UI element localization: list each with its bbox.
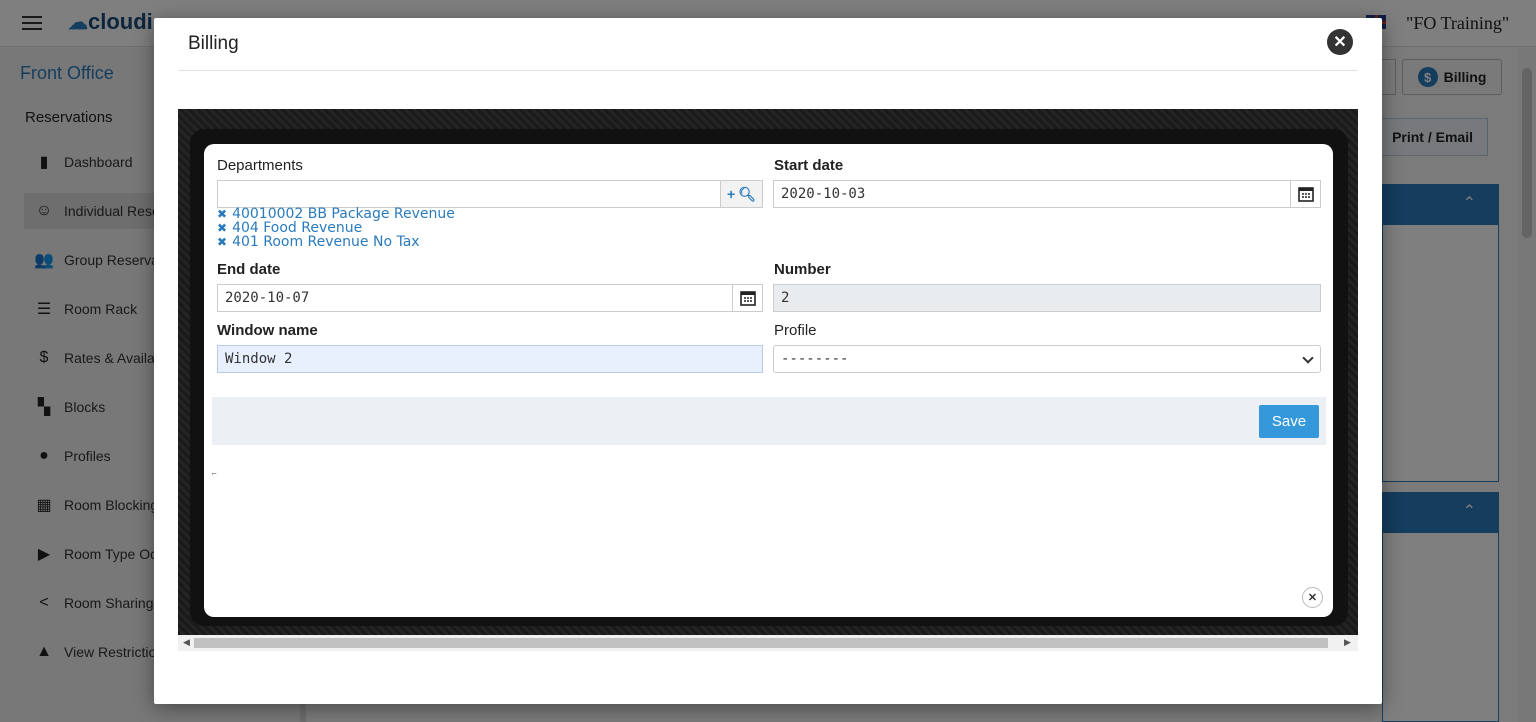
save-button[interactable]: Save	[1259, 405, 1319, 438]
add-search-button[interactable]: + 🔍︎	[720, 181, 762, 207]
search-icon: 🔍︎	[738, 185, 756, 202]
scroll-thumb[interactable]	[194, 638, 1328, 648]
form-footer	[212, 397, 1326, 445]
close-icon[interactable]: ✕	[1302, 587, 1323, 608]
horizontal-scrollbar[interactable]: ◀ ▶	[178, 635, 1358, 651]
calendar-icon[interactable]	[732, 285, 762, 311]
scroll-left-icon[interactable]: ◀	[183, 637, 190, 648]
billing-modal: Billing ✕ ◀ ▶ Departments + 🔍︎ ✖ 40010002 …	[154, 18, 1382, 704]
decorative-mark: ⌐	[212, 469, 217, 478]
remove-icon[interactable]: ✖	[217, 221, 227, 235]
departments-input[interactable]: + 🔍︎	[217, 180, 763, 208]
end-date-input[interactable]: 2020-10-07	[217, 284, 763, 312]
department-tag[interactable]: ✖ 401 Room Revenue No Tax	[217, 234, 420, 250]
number-field: 2	[773, 284, 1321, 312]
number-label: Number	[774, 261, 831, 278]
start-date-input[interactable]: 2020-10-03	[773, 180, 1321, 208]
remove-icon[interactable]: ✖	[217, 207, 227, 221]
modal-title: Billing	[188, 33, 239, 54]
billing-window-form: Departments + 🔍︎ ✖ 40010002 BB Package Rev…	[204, 144, 1333, 617]
scroll-right-icon[interactable]: ▶	[1344, 637, 1351, 648]
remove-icon[interactable]: ✖	[217, 235, 227, 249]
departments-label: Departments	[217, 157, 303, 174]
profile-select[interactable]: --------	[773, 345, 1321, 373]
close-icon[interactable]: ✕	[1327, 29, 1353, 55]
calendar-icon[interactable]	[1290, 181, 1320, 207]
divider	[178, 70, 1358, 71]
profile-label: Profile	[774, 322, 817, 339]
start-date-label: Start date	[774, 157, 844, 174]
plus-icon: +	[727, 186, 736, 202]
window-name-label: Window name	[217, 322, 318, 339]
window-name-input[interactable]: Window 2	[217, 345, 763, 373]
chevron-down-icon	[1302, 352, 1314, 364]
end-date-label: End date	[217, 261, 281, 278]
